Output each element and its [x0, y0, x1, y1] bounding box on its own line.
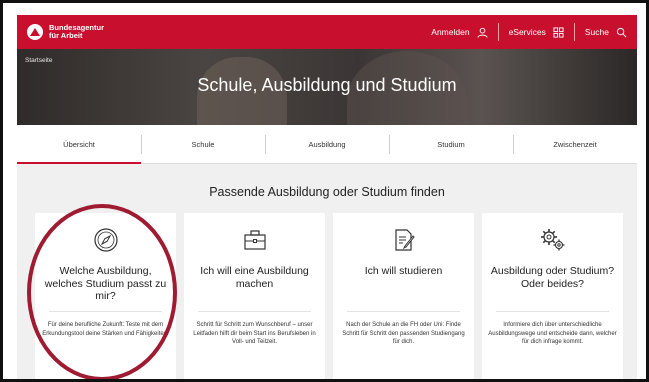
tab-apprenticeship[interactable]: Ausbildung [265, 125, 389, 163]
search-link[interactable]: Suche [575, 15, 637, 49]
page-title: Schule, Ausbildung und Studium [197, 75, 457, 95]
compass-icon [35, 227, 176, 253]
screenshot-frame: Bundesagentur für Arbeit Anmelden eServi… [0, 0, 649, 382]
card-divider [496, 311, 609, 312]
card-text: Nach der Schule an die FH oder Uni: Find… [342, 322, 465, 345]
card-which-path[interactable]: Welche Ausbildung, welches Studium passt… [35, 213, 176, 379]
grid-icon [553, 26, 564, 38]
card-list: Welche Ausbildung, welches Studium passt… [35, 213, 625, 379]
card-text: Schritt für Schritt zum Wunschberuf – un… [193, 322, 316, 345]
logo-icon [27, 24, 43, 40]
card-title: Ausbildung oder Studium? Oder beides? [490, 265, 615, 290]
logo-text: Bundesagentur für Arbeit [49, 24, 104, 40]
card-title: Ich will studieren [364, 265, 443, 277]
card-divider [49, 311, 162, 312]
card-both[interactable]: Ausbildung oder Studium? Oder beides? In… [482, 213, 623, 379]
search-icon [616, 27, 627, 38]
card-apprenticeship[interactable]: Ich will eine Ausbildung machen Schritt … [184, 213, 325, 379]
tab-overview[interactable]: Übersicht [17, 125, 141, 164]
user-icon [477, 27, 488, 38]
search-label: Suche [584, 27, 609, 37]
hero-banner: Startseite Schule, Ausbildung und Studiu… [17, 49, 637, 125]
card-title: Welche Ausbildung, welches Studium passt… [44, 265, 167, 302]
top-bar: Bundesagentur für Arbeit Anmelden eServi… [17, 15, 637, 49]
eservices-label: eServices [508, 27, 546, 37]
tab-gap-time[interactable]: Zwischenzeit [513, 125, 637, 163]
card-divider [198, 311, 311, 312]
login-link[interactable]: Anmelden [421, 15, 497, 49]
gears-icon [482, 227, 623, 253]
document-edit-icon [333, 227, 474, 253]
logo-line-2: für Arbeit [49, 31, 83, 40]
eservices-link[interactable]: eServices [499, 15, 574, 49]
header-nav: Anmelden eServices Suche [421, 15, 637, 49]
section-title: Passende Ausbildung oder Studium finden [209, 185, 445, 199]
briefcase-icon [184, 227, 325, 253]
card-divider [347, 311, 460, 312]
tab-bar: Übersicht Schule Ausbildung Studium Zwis… [17, 125, 637, 164]
page: Bundesagentur für Arbeit Anmelden eServi… [17, 15, 637, 379]
card-title: Ich will eine Ausbildung machen [200, 265, 309, 290]
card-text: Informiere dich über unterschiedliche Au… [488, 322, 617, 345]
login-label: Anmelden [431, 27, 470, 37]
logo[interactable]: Bundesagentur für Arbeit [27, 24, 104, 40]
card-text: Für deine berufliche Zukunft: Teste mit … [42, 322, 169, 337]
tab-studies[interactable]: Studium [389, 125, 513, 163]
tab-school[interactable]: Schule [141, 125, 265, 163]
breadcrumb[interactable]: Startseite [25, 57, 52, 64]
card-study[interactable]: Ich will studieren Nach der Schule an di… [333, 213, 474, 379]
